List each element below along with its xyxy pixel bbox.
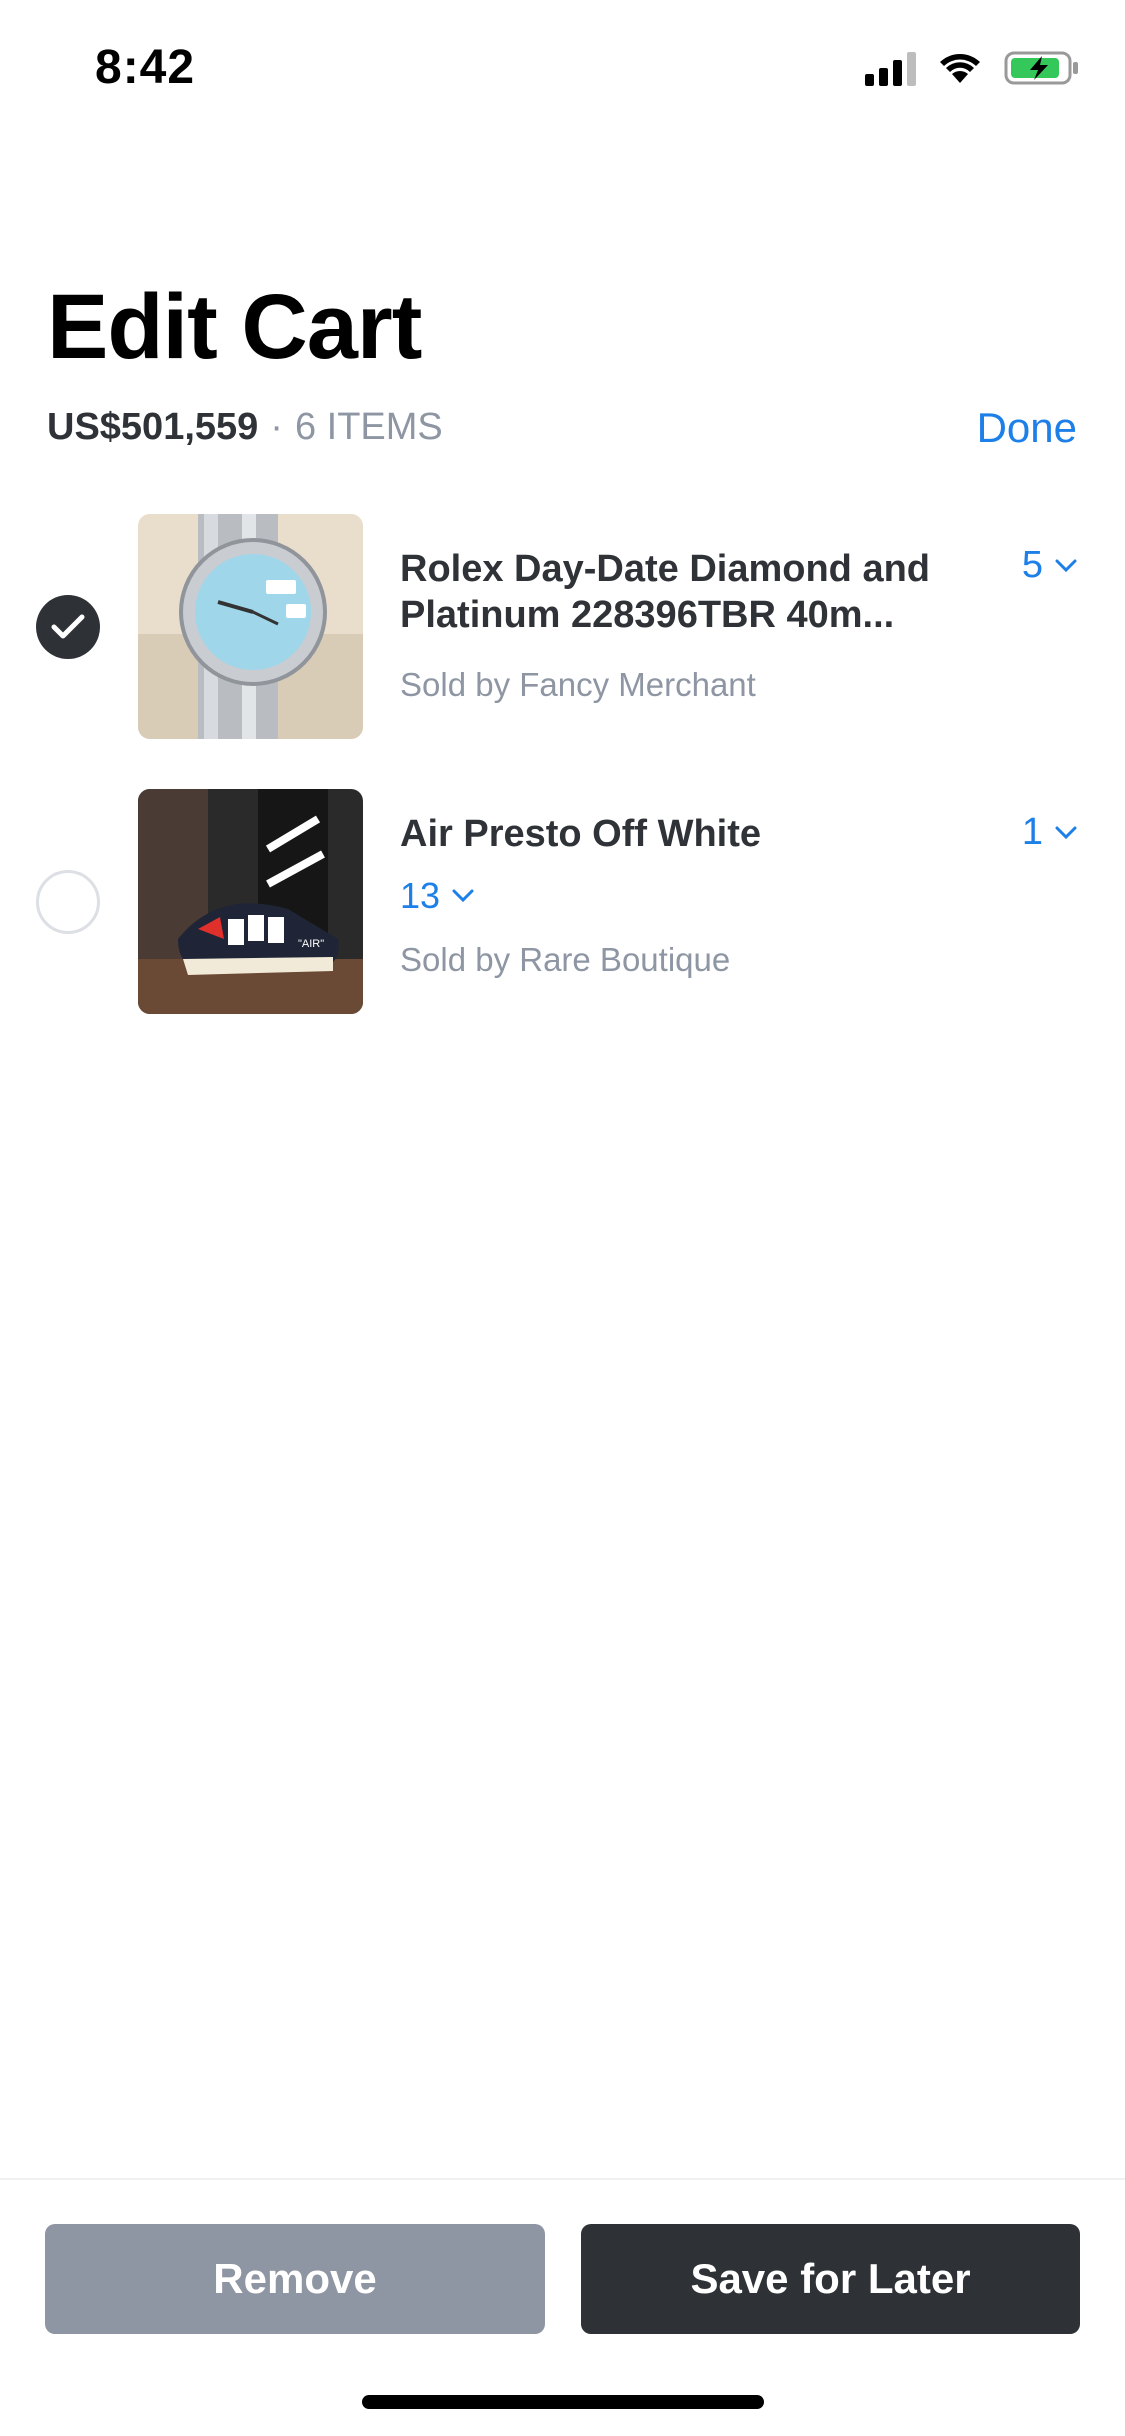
watch-image bbox=[138, 514, 363, 739]
status-icons bbox=[865, 50, 1080, 86]
item-checkbox[interactable] bbox=[36, 870, 100, 934]
separator: · bbox=[270, 406, 283, 448]
items-count: 6 ITEMS bbox=[294, 406, 443, 448]
wifi-icon bbox=[940, 54, 980, 83]
sneaker-print: "AIR" bbox=[298, 938, 324, 950]
home-indicator[interactable] bbox=[362, 2395, 764, 2409]
item-checkbox[interactable] bbox=[36, 595, 100, 659]
item-title[interactable]: Air Presto Off White bbox=[400, 811, 980, 857]
product-image[interactable] bbox=[138, 514, 363, 739]
checkmark-icon bbox=[51, 614, 85, 639]
size-select[interactable]: 13 bbox=[400, 875, 474, 917]
chevron-down-icon bbox=[452, 889, 474, 903]
remove-button[interactable]: Remove bbox=[45, 2224, 545, 2334]
size-value: 13 bbox=[400, 875, 441, 916]
status-time: 8:42 bbox=[95, 41, 196, 94]
quantity-value: 1 bbox=[1021, 811, 1043, 853]
quantity-select[interactable]: 1 bbox=[1022, 811, 1077, 854]
item-title[interactable]: Rolex Day-Date Diamond and Platinum 2283… bbox=[400, 546, 980, 638]
cellular-signal-icon bbox=[865, 50, 916, 86]
save-for-later-button[interactable]: Save for Later bbox=[581, 2224, 1080, 2334]
product-image[interactable]: "AIR" bbox=[138, 789, 363, 1014]
edit-cart-screen: 8:42 Edit Cart US$501,559 · 6 ITEMS Done bbox=[0, 0, 1125, 2436]
chevron-down-icon bbox=[1055, 559, 1077, 572]
chevron-down-icon bbox=[1055, 826, 1077, 839]
item-seller: Sold by Rare Boutique bbox=[400, 941, 731, 978]
cart-total: US$501,559 bbox=[47, 406, 259, 448]
quantity-select[interactable]: 5 bbox=[1022, 544, 1077, 587]
battery-charging-icon bbox=[1004, 51, 1078, 85]
page-title: Edit Cart bbox=[47, 276, 422, 378]
quantity-value: 5 bbox=[1021, 544, 1043, 586]
cart-item[interactable]: Rolex Day-Date Diamond and Platinum 2283… bbox=[0, 514, 1125, 739]
bottom-divider bbox=[0, 2178, 1125, 2180]
item-seller: Sold by Fancy Merchant bbox=[400, 666, 756, 703]
sneaker-image: "AIR" bbox=[138, 789, 363, 1014]
cart-item[interactable]: "AIR" Air Presto Off White 13 Sold by Ra… bbox=[0, 789, 1125, 1014]
cart-summary: US$501,559 · 6 ITEMS bbox=[47, 406, 443, 449]
done-button[interactable]: Done bbox=[977, 404, 1077, 452]
